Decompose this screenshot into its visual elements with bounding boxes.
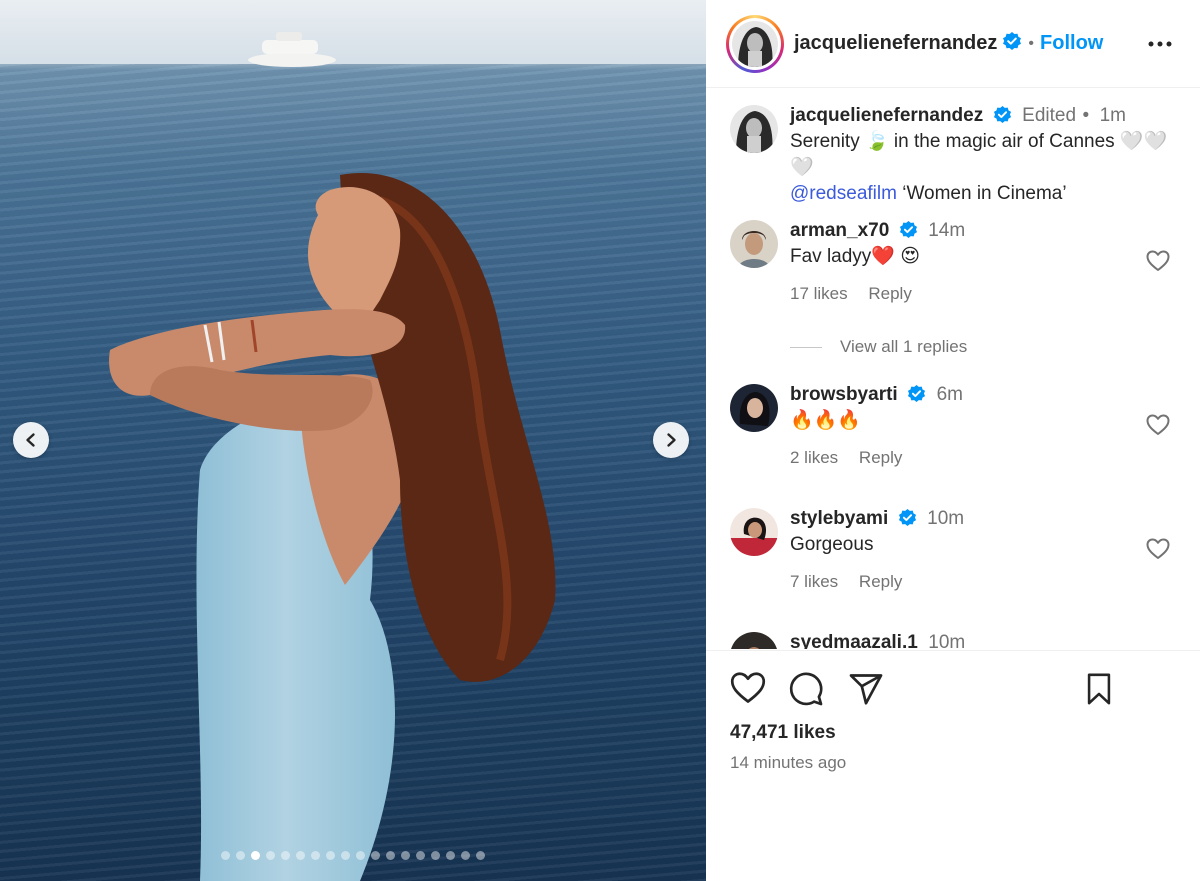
avatar[interactable] [730, 384, 778, 432]
avatar [732, 20, 778, 67]
comment-text: Fav ladyy❤️ 😍 [790, 246, 921, 267]
caption-text: Serenity 🍃 in the magic air of Cannes 🤍🤍… [790, 129, 1190, 207]
story-ring[interactable] [726, 14, 784, 73]
post-time: 14 minutes ago [730, 753, 847, 772]
heart-icon[interactable] [1146, 414, 1170, 441]
heart-icon[interactable] [1146, 538, 1170, 565]
comment-time: 14m [928, 220, 966, 242]
slide-dot [236, 851, 245, 860]
slide-dot [341, 851, 350, 860]
verified-badge-icon [1002, 31, 1022, 56]
comments-list[interactable]: jacquelienefernandez Edited • 1m Serenit… [706, 89, 1200, 649]
comment-likes[interactable]: 2 likes [790, 448, 838, 467]
verified-badge-icon [899, 220, 918, 244]
avatar[interactable] [730, 220, 778, 268]
post-actions: 47,471 likes 14 minutes ago [706, 650, 1200, 881]
chevron-right-icon [667, 433, 676, 447]
slide-dot [371, 851, 380, 860]
comment-username[interactable]: arman_x70 [790, 220, 889, 241]
verified-badge-icon [993, 105, 1012, 129]
reply-button[interactable]: Reply [859, 572, 902, 591]
slide-dot [401, 851, 410, 860]
edited-label: Edited [1022, 105, 1077, 127]
reply-button[interactable]: Reply [868, 284, 911, 303]
slide-dot [281, 851, 290, 860]
caption-text-main: Serenity 🍃 in the magic air of Cannes 🤍🤍… [790, 131, 1168, 178]
save-bookmark-icon[interactable] [1082, 671, 1116, 712]
slide-dot [386, 851, 395, 860]
slide-dot [446, 851, 455, 860]
divider-line [790, 346, 822, 348]
slide-dot [266, 851, 275, 860]
verified-badge-icon [898, 508, 917, 532]
header-username[interactable]: jacquelienefernandez [794, 32, 997, 55]
slide-dot [461, 851, 470, 860]
post-photo [109, 32, 556, 881]
likes-count[interactable]: 47,471 likes [730, 722, 836, 744]
caption-time: 1m [1099, 105, 1126, 127]
comment-time: 6m [936, 384, 964, 406]
comment-likes[interactable]: 17 likes [790, 284, 848, 303]
caption-username[interactable]: jacquelienefernandez [790, 105, 983, 126]
separator: • [1082, 105, 1090, 127]
comment-likes[interactable]: 7 likes [790, 572, 838, 591]
share-paper-plane-icon[interactable] [848, 671, 884, 712]
separator: • [1028, 34, 1035, 52]
mention-link[interactable]: @redseafilm [790, 183, 897, 204]
like-heart-icon[interactable] [730, 671, 766, 710]
slide-dot [476, 851, 485, 860]
comment-time: 10m [928, 632, 966, 649]
comment-username[interactable]: stylebyami [790, 508, 888, 529]
next-slide-button[interactable] [653, 422, 689, 458]
slide-dot [416, 851, 425, 860]
post-header: jacquelienefernandez • Follow [706, 0, 1200, 88]
avatar[interactable] [730, 105, 778, 153]
heart-icon[interactable] [1146, 250, 1170, 277]
slide-dot [221, 851, 230, 860]
view-replies-button[interactable]: View all 1 replies [790, 337, 967, 357]
slide-indicator [0, 851, 706, 860]
slide-dot [296, 851, 305, 860]
post-media [0, 0, 706, 881]
slide-dot [356, 851, 365, 860]
reply-button[interactable]: Reply [859, 448, 902, 467]
yacht [248, 32, 336, 67]
chevron-left-icon [26, 433, 35, 447]
comment-time: 10m [927, 508, 965, 530]
follow-button[interactable]: Follow [1040, 32, 1103, 55]
verified-badge-icon [907, 384, 926, 408]
avatar[interactable] [730, 508, 778, 556]
slide-dot [311, 851, 320, 860]
avatar[interactable] [730, 632, 778, 649]
slide-dot [431, 851, 440, 860]
comment-text: Gorgeous [790, 534, 874, 555]
woman [109, 172, 556, 881]
comment-bubble-icon[interactable] [788, 671, 824, 712]
slide-dot [251, 851, 260, 860]
more-options-icon[interactable] [1148, 34, 1172, 59]
slide-dot [326, 851, 335, 860]
comment-username[interactable]: browsbyarti [790, 384, 898, 405]
view-replies-label: View all 1 replies [840, 337, 968, 356]
comment-text: 🔥🔥🔥 [790, 410, 861, 431]
caption-text-rest: ‘Women in Cinema’ [896, 183, 1067, 204]
post-side-panel: jacquelienefernandez • Follow jacquelien… [706, 0, 1200, 881]
comment-username[interactable]: syedmaazali.1 [790, 632, 918, 649]
previous-slide-button[interactable] [13, 422, 49, 458]
